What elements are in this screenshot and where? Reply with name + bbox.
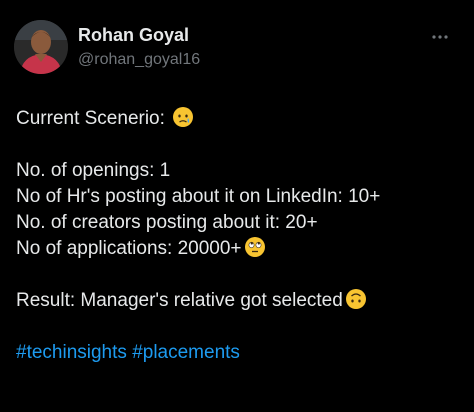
post-line: No. of openings: 1 xyxy=(16,160,171,181)
author-handle[interactable]: @rohan_goyal16 xyxy=(78,51,200,69)
post-text: Current Scenerio: xyxy=(16,108,171,129)
tweet-card: Rohan Goyal @rohan_goyal16 Current Scene… xyxy=(0,0,474,412)
avatar[interactable] xyxy=(14,20,68,74)
eye-roll-emoji-icon xyxy=(244,236,266,258)
post-line: Current Scenerio: xyxy=(16,106,466,132)
post-line: Result: Manager's relative got selected xyxy=(16,288,466,314)
post-body: Current Scenerio: No. of openings: 1 No … xyxy=(16,106,466,366)
post-line: No of applications: 20000+ xyxy=(16,236,466,262)
crying-face-emoji-icon xyxy=(172,106,194,128)
hashtags: #techinsights #placements xyxy=(16,340,466,366)
author-name[interactable]: Rohan Goyal xyxy=(78,25,189,46)
upside-down-face-emoji-icon xyxy=(345,288,367,310)
hashtag-link[interactable]: #placements xyxy=(132,342,240,363)
post-line: No of Hr's posting about it on LinkedIn:… xyxy=(16,186,381,207)
hashtag-link[interactable]: #techinsights xyxy=(16,342,127,363)
post-line: No. of creators posting about it: 20+ xyxy=(16,212,318,233)
post-text: No of applications: 20000+ xyxy=(16,238,242,259)
more-options-icon[interactable] xyxy=(428,27,452,47)
post-text: Result: Manager's relative got selected xyxy=(16,290,343,311)
